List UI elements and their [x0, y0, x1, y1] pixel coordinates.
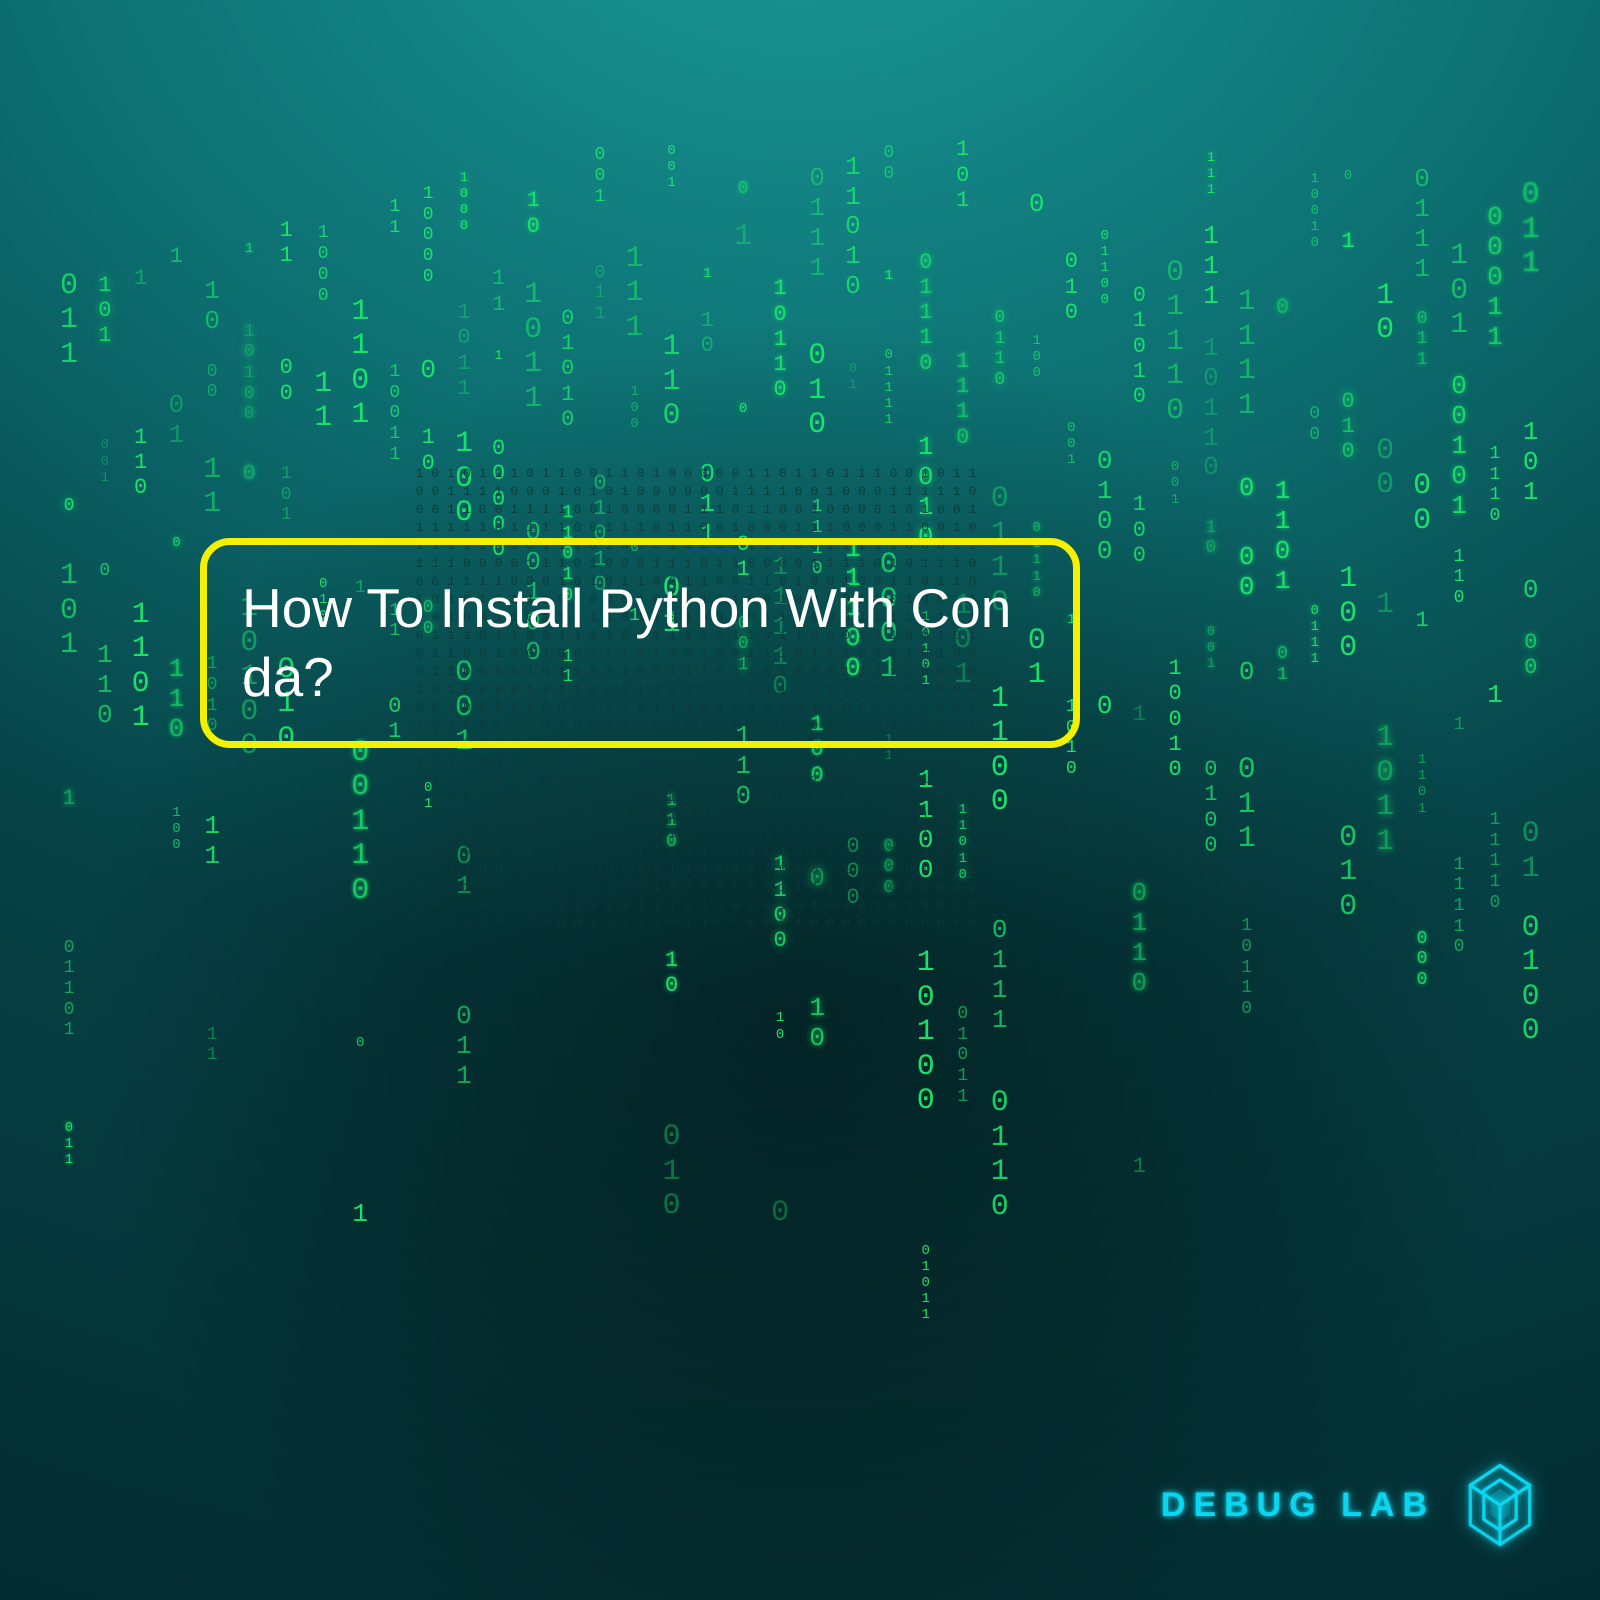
page-title: How To Install Python With Conda? [242, 574, 1038, 712]
matrix-background: 0110101101101011101001011011101101101011… [60, 130, 1540, 1470]
brand-name: DEBUG LAB [1161, 1486, 1435, 1525]
brand-icon [1455, 1460, 1545, 1550]
title-box: How To Install Python With Conda? [200, 538, 1080, 748]
brand-logo: DEBUG LAB [1161, 1460, 1545, 1550]
